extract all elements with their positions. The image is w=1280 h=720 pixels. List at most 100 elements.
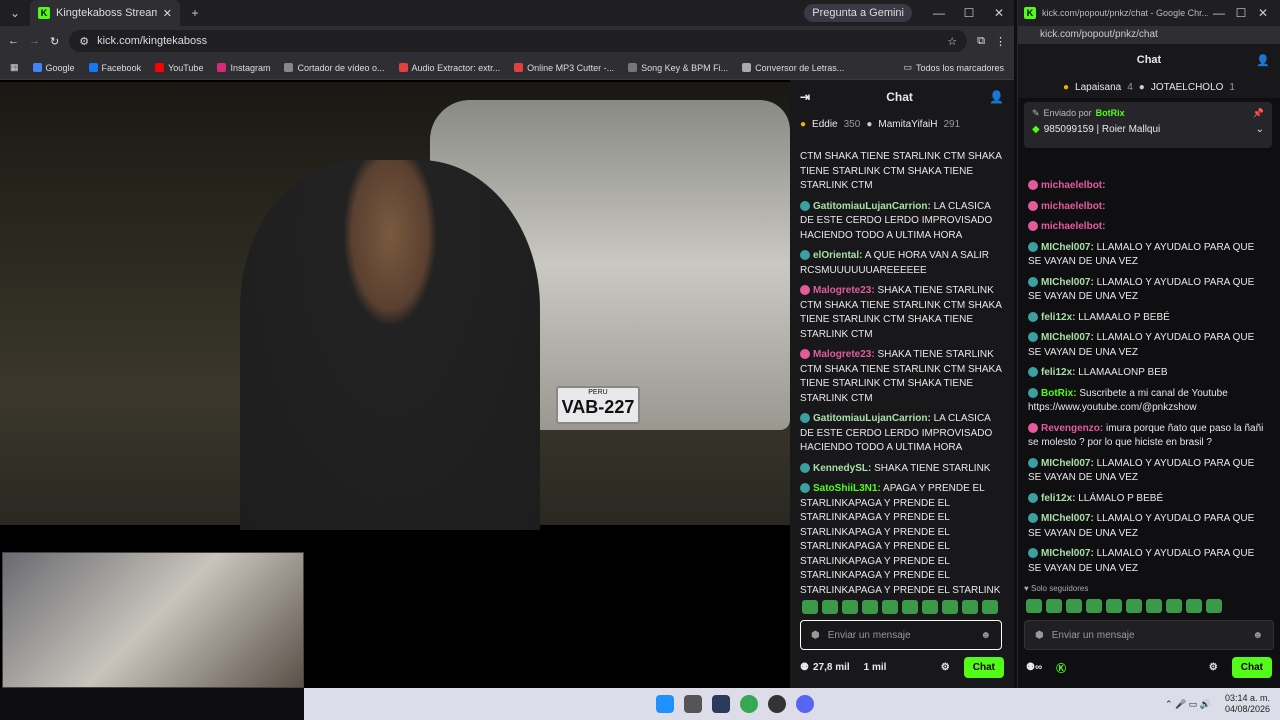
expand-icon[interactable]: ⌄ xyxy=(1256,124,1264,135)
task-view-icon[interactable] xyxy=(683,695,702,713)
maximize-icon[interactable]: ☐ xyxy=(1230,6,1252,20)
emote-icon[interactable] xyxy=(822,600,838,614)
extension-icon[interactable]: ⧉ xyxy=(977,35,985,48)
users-icon[interactable]: 👤 xyxy=(989,90,1004,104)
chat-username[interactable]: Malogrete23: xyxy=(813,349,875,360)
site-info-icon[interactable]: ⚙ xyxy=(79,35,89,48)
chat-username[interactable]: feli12x: xyxy=(1041,493,1075,504)
settings-icon[interactable]: ⚙ xyxy=(941,662,950,673)
bookmark-conversor[interactable]: Conversor de Letras... xyxy=(742,63,844,73)
leader-name[interactable]: MamitaYifaiH xyxy=(878,119,937,130)
close-tab-icon[interactable]: ✕ xyxy=(163,7,172,20)
chat-username[interactable]: feli12x: xyxy=(1041,312,1075,323)
minimize-icon[interactable]: — xyxy=(924,6,954,20)
bookmark-song-key[interactable]: Song Key & BPM Fi... xyxy=(628,63,728,73)
chat-username[interactable]: michaelelbot: xyxy=(1041,180,1105,191)
bookmark-mp3-cutter[interactable]: Online MP3 Cutter -... xyxy=(514,63,614,73)
bookmark-audio-extractor[interactable]: Audio Extractor: extr... xyxy=(398,63,500,73)
emote-icon[interactable] xyxy=(1206,599,1222,613)
apps-icon[interactable]: ▦ xyxy=(10,62,19,73)
emote-icon[interactable] xyxy=(922,600,938,614)
emoji-icon[interactable]: ☻ xyxy=(980,630,991,641)
reload-icon[interactable]: ↻ xyxy=(50,35,59,48)
bookmark-instagram[interactable]: Instagram xyxy=(217,63,270,73)
chat-username[interactable]: GatitomiauLujanCarrion: xyxy=(813,201,931,212)
emote-icon[interactable] xyxy=(1086,599,1102,613)
clock-time: 03:14 a. m. xyxy=(1224,693,1271,703)
emote-icon[interactable] xyxy=(1046,599,1062,613)
emote-icon[interactable] xyxy=(842,600,858,614)
bookmark-youtube[interactable]: YouTube xyxy=(155,63,203,73)
tab-search-icon[interactable]: ⌄ xyxy=(0,6,30,20)
emote-icon[interactable] xyxy=(1066,599,1082,613)
all-bookmarks[interactable]: ▭ Todos los marcadores xyxy=(903,62,1004,73)
bookmark-google[interactable]: Google xyxy=(32,63,75,73)
emote-icon[interactable] xyxy=(942,600,958,614)
users-icon[interactable]: 👤 xyxy=(1256,54,1270,67)
popout-chat-input[interactable]: ⬢ Enviar un mensaje ☻ xyxy=(1024,620,1274,650)
emote-icon[interactable] xyxy=(1106,599,1122,613)
new-tab-icon[interactable]: + xyxy=(180,6,210,20)
emote-icon[interactable] xyxy=(802,600,818,614)
emote-icon[interactable] xyxy=(982,600,998,614)
steam-icon[interactable] xyxy=(711,695,730,713)
forward-icon[interactable]: → xyxy=(29,35,40,47)
settings-icon[interactable]: ⚙ xyxy=(1209,662,1218,673)
emote-icon[interactable] xyxy=(962,600,978,614)
back-icon[interactable]: ← xyxy=(8,35,19,47)
bookmark-star-icon[interactable]: ☆ xyxy=(947,35,957,48)
gemini-button[interactable]: Pregunta a Gemini xyxy=(804,4,912,22)
emote-icon[interactable] xyxy=(1026,599,1042,613)
emote-icon[interactable] xyxy=(1166,599,1182,613)
tab-kingtekaboss[interactable]: K Kingtekaboss Stream - Watch ✕ xyxy=(30,0,180,26)
unpin-icon[interactable]: 📌 xyxy=(1253,108,1264,119)
kick-k-icon[interactable]: Ⓚ xyxy=(1056,660,1066,675)
chat-username[interactable]: elOriental: xyxy=(813,250,862,261)
chat-username[interactable]: BotRix: xyxy=(1041,388,1077,399)
chat-username[interactable]: michaelelbot: xyxy=(1041,221,1105,232)
chat-username[interactable]: MIChel007: xyxy=(1041,242,1094,253)
url-field[interactable]: ⚙ kick.com/kingtekaboss ☆ xyxy=(69,30,968,52)
chat-username[interactable]: MIChel007: xyxy=(1041,332,1094,343)
chat-username[interactable]: feli12x: xyxy=(1041,367,1075,378)
popout-send-button[interactable]: Chat xyxy=(1231,656,1272,678)
emote-icon[interactable] xyxy=(862,600,878,614)
chat-username[interactable]: MIChel007: xyxy=(1041,548,1094,559)
close-window-icon[interactable]: ✕ xyxy=(1252,6,1274,20)
collapse-chat-icon[interactable]: ⇥ xyxy=(800,90,810,104)
discord-icon[interactable] xyxy=(795,695,814,713)
chat-username[interactable]: Revengenzo: xyxy=(1041,423,1103,434)
chat-username[interactable]: MIChel007: xyxy=(1041,277,1094,288)
close-window-icon[interactable]: ✕ xyxy=(984,6,1014,20)
clock[interactable]: 03:14 a. m. 04/08/2026 xyxy=(1225,693,1270,715)
maximize-icon[interactable]: ☐ xyxy=(954,6,984,20)
chat-username[interactable]: MIChel007: xyxy=(1041,513,1094,524)
minimize-icon[interactable]: — xyxy=(1208,6,1230,20)
emote-icon[interactable] xyxy=(882,600,898,614)
leader-name[interactable]: Eddie xyxy=(812,119,838,130)
chat-input[interactable]: ⬢ Enviar un mensaje ☻ xyxy=(800,620,1002,650)
pinned-message[interactable]: ✎ Enviado por BotRix 📌 ◆ 985099159 | Roier M… xyxy=(1024,102,1272,148)
tray-icons[interactable]: ⌃ 🎤 ▭ 🔊 xyxy=(1165,699,1211,710)
chat-username[interactable]: michaelelbot: xyxy=(1041,201,1105,212)
emote-icon[interactable] xyxy=(1186,599,1202,613)
chat-username[interactable]: SatoShiiL3N1: xyxy=(813,483,881,494)
leader-name[interactable]: Lapaisana xyxy=(1075,82,1121,93)
bookmark-cortador[interactable]: Cortador de vídeo o... xyxy=(284,63,385,73)
bookmark-facebook[interactable]: Facebook xyxy=(88,63,141,73)
menu-icon[interactable]: ⋮ xyxy=(995,35,1006,48)
chat-username[interactable]: GatitomiauLujanCarrion: xyxy=(813,413,931,424)
emoji-icon[interactable]: ☻ xyxy=(1252,630,1263,641)
share-icon[interactable]: ⚉∞ xyxy=(1026,662,1042,673)
chat-username[interactable]: MIChel007: xyxy=(1041,458,1094,469)
emote-icon[interactable] xyxy=(1126,599,1142,613)
chat-username[interactable]: Malogrete23: xyxy=(813,285,875,296)
emote-icon[interactable] xyxy=(902,600,918,614)
chrome-icon[interactable] xyxy=(739,695,758,713)
obs-icon[interactable] xyxy=(767,695,786,713)
emote-icon[interactable] xyxy=(1146,599,1162,613)
start-icon[interactable] xyxy=(655,695,674,713)
chat-username[interactable]: KennedySL: xyxy=(813,463,871,474)
leader-name[interactable]: JOTAELCHOLO xyxy=(1151,82,1224,93)
send-chat-button[interactable]: Chat xyxy=(963,656,1004,678)
